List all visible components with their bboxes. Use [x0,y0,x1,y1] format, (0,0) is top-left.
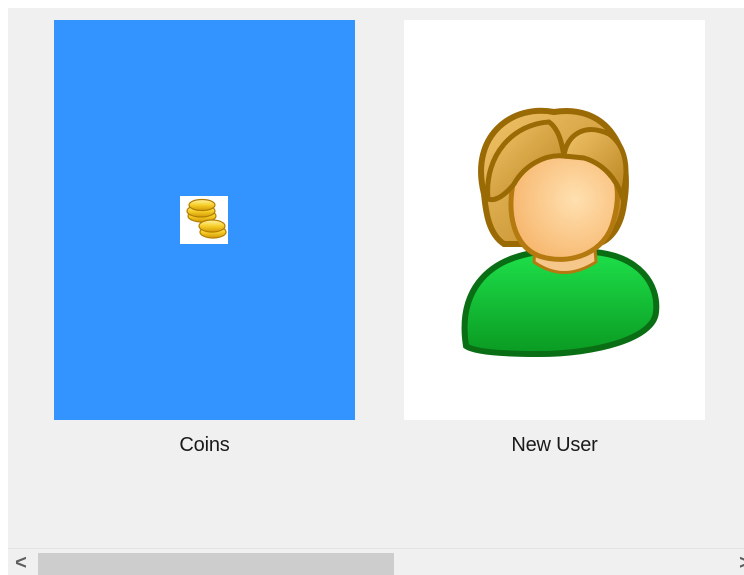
scrollbar-thumb[interactable] [38,553,394,575]
scroll-right-button[interactable]: > [732,549,744,575]
item-thumbnail[interactable] [404,20,705,420]
item-label: Coins [179,434,230,456]
item-thumbnail-selected[interactable] [54,20,355,420]
coins-icon [180,196,228,244]
list-item-coins[interactable]: Coins [54,20,355,456]
user-icon [444,84,664,364]
chevron-left-icon: < [15,551,27,574]
horizontal-scrollbar[interactable]: < > [8,548,744,575]
chevron-right-icon: > [739,553,744,573]
list-item-new-user[interactable]: New User [404,20,705,456]
scroll-left-button[interactable]: < [8,549,34,575]
item-list-view[interactable]: Coins New User < [8,8,744,575]
item-label: New User [511,434,598,456]
